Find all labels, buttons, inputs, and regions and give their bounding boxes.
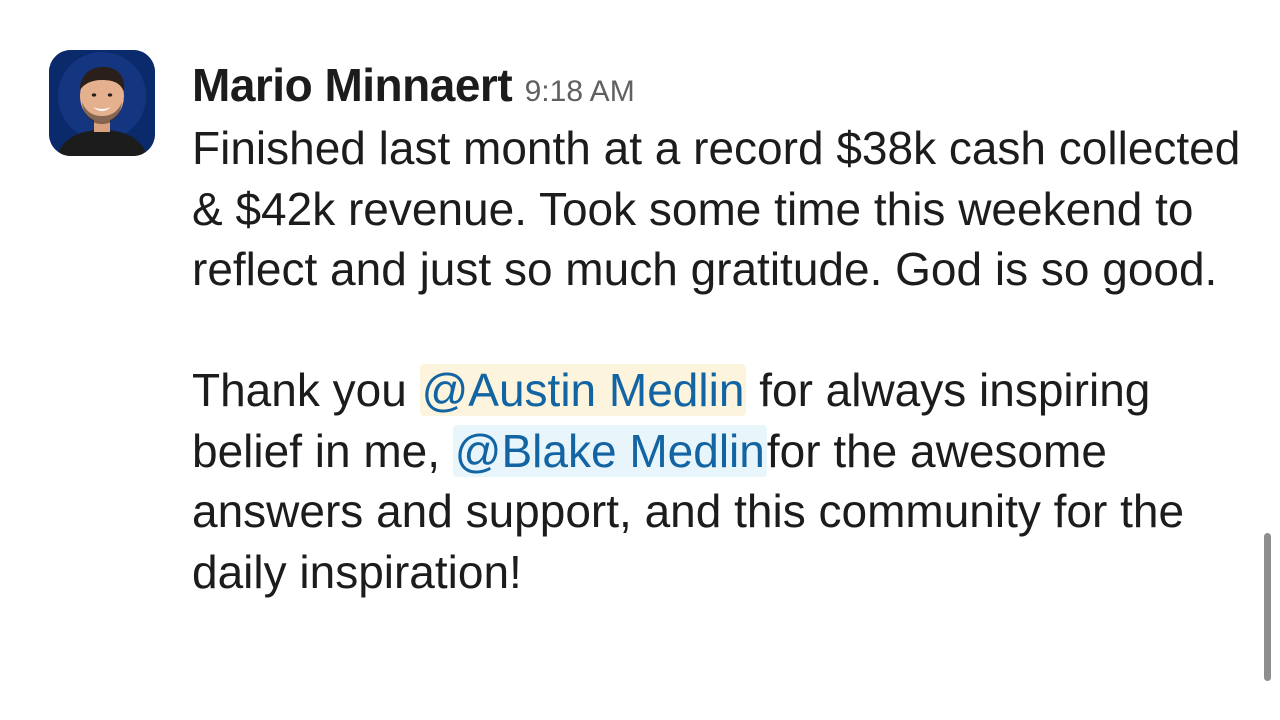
author-name[interactable]: Mario Minnaert [192,59,513,111]
mention-blake-medlin[interactable]: @Blake Medlin [452,424,767,477]
text-segment: Thank you [192,364,420,416]
chat-message: Mario Minnaert 9:18 AM Finished last mon… [0,0,1280,720]
mention-austin-medlin[interactable]: @Austin Medlin [419,364,747,416]
message-header: Mario Minnaert 9:18 AM [192,58,635,112]
message-paragraph-2: Thank you @Austin Medlin for always insp… [192,360,1242,602]
scrollbar[interactable] [1264,533,1271,681]
avatar-photo-icon [49,50,155,156]
user-avatar[interactable] [49,50,155,156]
message-body: Finished last month at a record $38k cas… [192,118,1242,602]
message-timestamp[interactable]: 9:18 AM [525,75,635,108]
message-paragraph-1: Finished last month at a record $38k cas… [192,122,1241,295]
